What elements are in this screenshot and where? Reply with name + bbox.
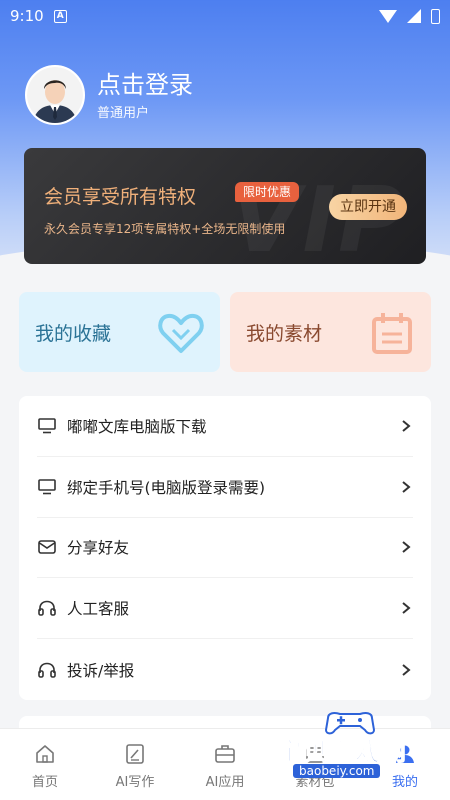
menu-label: 人工客服: [67, 600, 130, 619]
headset-icon: [38, 662, 56, 678]
menu-item-bind-phone[interactable]: 绑定手机号(电脑版登录需要): [37, 457, 413, 518]
chevron-right-icon: [402, 602, 411, 615]
limited-offer-badge: 限时优惠: [235, 182, 300, 202]
vip-description: 永久会员专享12项专属特权+全场无限制使用: [44, 222, 286, 236]
menu-label: 投诉/举报: [67, 661, 135, 680]
my-materials-card[interactable]: 我的素材: [230, 292, 431, 372]
briefcase-icon: [215, 745, 235, 763]
avatar[interactable]: [25, 65, 85, 125]
profile-section[interactable]: 点击登录 普通用户: [25, 65, 193, 125]
edit-icon: [126, 744, 144, 764]
vip-banner[interactable]: VIP 会员享受所有特权 限时优惠 永久会员专享12项专属特权+全场无限制使用 …: [24, 148, 426, 264]
menu-label: 绑定手机号(电脑版登录需要): [67, 478, 266, 497]
wifi-icon: [379, 9, 397, 23]
site-watermark: 宝贝游戏网 baobeiy.com: [275, 708, 445, 792]
menu-item-report[interactable]: 投诉/举报: [37, 639, 413, 700]
headset-icon: [38, 600, 56, 617]
menu-item-customer-service[interactable]: 人工客服: [37, 578, 413, 640]
notification-icon: A: [53, 9, 67, 23]
heart-icon: [158, 313, 204, 353]
status-time: 9:10: [10, 7, 44, 25]
user-type-label: 普通用户: [97, 105, 150, 121]
my-favorites-label: 我的收藏: [35, 322, 112, 345]
my-materials-label: 我的素材: [246, 322, 323, 345]
status-bar: 9:10 A: [0, 0, 450, 32]
calendar-icon: [372, 313, 412, 354]
menu-label: 嘟嘟文库电脑版下载: [67, 417, 207, 436]
chevron-right-icon: [402, 663, 411, 676]
envelope-icon: [38, 540, 56, 555]
chevron-right-icon: [402, 480, 411, 493]
monitor-icon: [38, 418, 56, 434]
watermark-url: baobeiy.com: [293, 764, 381, 778]
battery-icon: [431, 8, 440, 24]
my-favorites-card[interactable]: 我的收藏: [19, 292, 220, 372]
settings-menu: 嘟嘟文库电脑版下载 绑定手机号(电脑版登录需要) 分享好友 人工客服 投诉/举报: [19, 396, 431, 700]
chevron-right-icon: [402, 541, 411, 554]
activate-vip-button[interactable]: 立即开通: [329, 194, 407, 220]
menu-item-pc-download[interactable]: 嘟嘟文库电脑版下载: [37, 396, 413, 457]
menu-item-share[interactable]: 分享好友: [37, 518, 413, 579]
menu-label: 分享好友: [67, 539, 130, 558]
login-link[interactable]: 点击登录: [97, 70, 193, 100]
watermark-text: 宝贝游戏网: [276, 737, 408, 767]
tab-home[interactable]: 首页: [0, 729, 90, 800]
vip-title: 会员享受所有特权: [44, 186, 197, 208]
chevron-right-icon: [402, 420, 411, 432]
tab-ai-apps[interactable]: AI应用: [180, 729, 270, 800]
home-icon: [36, 745, 54, 763]
tab-ai-writing[interactable]: AI写作: [90, 729, 180, 800]
monitor-icon: [38, 478, 56, 494]
signal-icon: [407, 9, 421, 23]
avatar-person-icon: [27, 67, 83, 123]
